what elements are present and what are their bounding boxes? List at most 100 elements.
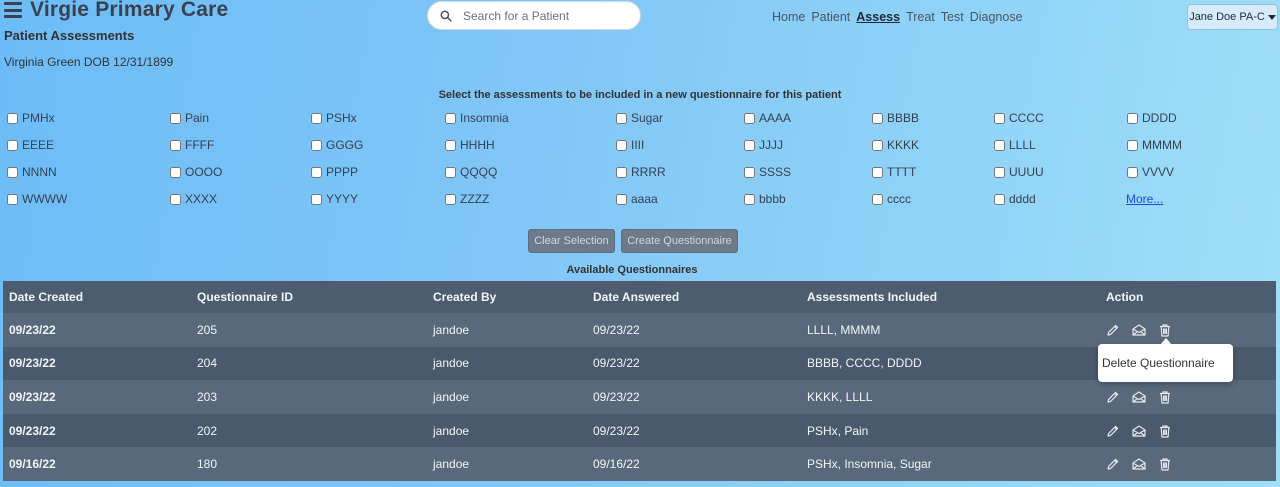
page-subtitle: Patient Assessments: [4, 28, 135, 43]
trash-icon[interactable]: [1157, 389, 1173, 405]
nav-treat[interactable]: Treat: [906, 10, 935, 24]
assessment-option[interactable]: WWWW: [7, 192, 67, 206]
assessment-checkbox[interactable]: [170, 112, 181, 124]
assessment-option[interactable]: QQQQ: [445, 165, 497, 179]
assessment-checkbox[interactable]: [445, 166, 456, 178]
assessment-checkbox[interactable]: [616, 166, 627, 178]
assessment-option[interactable]: LLLL: [994, 138, 1036, 152]
assessment-checkbox[interactable]: [445, 112, 456, 124]
assessment-option[interactable]: TTTT: [872, 165, 916, 179]
assessment-checkbox[interactable]: [872, 193, 883, 205]
nav-patient[interactable]: Patient: [811, 10, 850, 24]
assessment-checkbox[interactable]: [445, 193, 456, 205]
assessment-checkbox[interactable]: [616, 112, 627, 124]
assessment-checkbox[interactable]: [170, 193, 181, 205]
patient-search[interactable]: [427, 1, 641, 30]
assessment-option[interactable]: CCCC: [994, 111, 1044, 125]
assessment-checkbox[interactable]: [994, 139, 1005, 151]
assessment-option[interactable]: HHHH: [445, 138, 495, 152]
assessment-option[interactable]: XXXX: [170, 192, 217, 206]
assessment-option[interactable]: GGGG: [311, 138, 363, 152]
assessment-option[interactable]: aaaa: [616, 192, 658, 206]
table-row: 09/23/22 205 jandoe 09/23/22 LLLL, MMMM: [3, 313, 1276, 347]
assessment-checkbox[interactable]: [994, 112, 1005, 124]
assessment-checkbox[interactable]: [872, 112, 883, 124]
nav-assess[interactable]: Assess: [856, 10, 900, 24]
assessment-option[interactable]: IIII: [616, 138, 644, 152]
assessment-checkbox[interactable]: [1127, 139, 1138, 151]
assessment-checkbox[interactable]: [445, 139, 456, 151]
more-assessments-link[interactable]: More...: [1126, 192, 1163, 206]
assessment-checkbox[interactable]: [311, 139, 322, 151]
assessment-option[interactable]: Insomnia: [445, 111, 509, 125]
assessment-checkbox[interactable]: [7, 112, 18, 124]
assessment-checkbox[interactable]: [7, 193, 18, 205]
assessment-checkbox[interactable]: [170, 166, 181, 178]
assessment-option[interactable]: bbbb: [744, 192, 786, 206]
assessment-option[interactable]: PSHx: [311, 111, 357, 125]
assessment-option[interactable]: EEEE: [7, 138, 54, 152]
pencil-icon[interactable]: [1105, 389, 1121, 405]
nav-test[interactable]: Test: [941, 10, 964, 24]
user-menu-dropdown[interactable]: Jane Doe PA-C: [1187, 4, 1278, 30]
assessment-checkbox[interactable]: [744, 193, 755, 205]
create-questionnaire-button[interactable]: Create Questionnaire: [621, 229, 738, 253]
assessment-option[interactable]: RRRR: [616, 165, 666, 179]
nav-home[interactable]: Home: [772, 10, 805, 24]
assessment-option[interactable]: OOOO: [170, 165, 222, 179]
assessment-label: BBBB: [887, 111, 920, 125]
assessment-option[interactable]: Pain: [170, 111, 209, 125]
trash-icon[interactable]: [1157, 423, 1173, 439]
assessment-option[interactable]: VVVV: [1127, 165, 1174, 179]
assessment-option[interactable]: DDDD: [1127, 111, 1177, 125]
assessment-option[interactable]: AAAA: [744, 111, 791, 125]
assessment-option[interactable]: FFFF: [170, 138, 214, 152]
clear-selection-button[interactable]: Clear Selection: [528, 229, 615, 253]
assessment-checkbox[interactable]: [994, 193, 1005, 205]
assessment-option[interactable]: ZZZZ: [445, 192, 489, 206]
envelope-open-icon[interactable]: [1131, 389, 1147, 405]
trash-icon[interactable]: [1157, 322, 1173, 338]
assessment-checkbox[interactable]: [616, 193, 627, 205]
assessment-option[interactable]: SSSS: [744, 165, 791, 179]
assessment-option[interactable]: BBBB: [872, 111, 919, 125]
assessment-checkbox[interactable]: [311, 166, 322, 178]
assessment-option[interactable]: YYYY: [311, 192, 358, 206]
assessment-option[interactable]: KKKK: [872, 138, 919, 152]
envelope-open-icon[interactable]: [1131, 322, 1147, 338]
assessment-checkbox[interactable]: [1127, 112, 1138, 124]
assessment-checkbox[interactable]: [744, 139, 755, 151]
assessment-checkbox[interactable]: [994, 166, 1005, 178]
assessment-checkbox[interactable]: [7, 139, 18, 151]
assessment-checkbox[interactable]: [744, 112, 755, 124]
date-created-cell: 09/23/22: [9, 423, 56, 438]
hamburger-menu-icon[interactable]: [4, 2, 22, 18]
assessment-option[interactable]: NNNN: [7, 165, 57, 179]
assessment-checkbox[interactable]: [616, 139, 627, 151]
assessment-checkbox[interactable]: [872, 139, 883, 151]
search-input[interactable]: [461, 7, 635, 24]
nav-diagnose[interactable]: Diagnose: [970, 10, 1023, 24]
assessment-checkbox[interactable]: [311, 193, 322, 205]
assessment-checkbox[interactable]: [744, 166, 755, 178]
envelope-open-icon[interactable]: [1131, 423, 1147, 439]
assessment-checkbox[interactable]: [311, 112, 322, 124]
assessment-checkbox[interactable]: [872, 166, 883, 178]
pencil-icon[interactable]: [1105, 322, 1121, 338]
assessment-checkbox[interactable]: [1127, 166, 1138, 178]
assessment-checkbox[interactable]: [7, 166, 18, 178]
assessment-option[interactable]: JJJJ: [744, 138, 783, 152]
assessment-option[interactable]: cccc: [872, 192, 911, 206]
assessment-option[interactable]: MMMM: [1127, 138, 1182, 152]
pencil-icon[interactable]: [1105, 456, 1121, 472]
assessment-checkbox[interactable]: [170, 139, 181, 151]
assessment-option[interactable]: PPPP: [311, 165, 358, 179]
assessment-option[interactable]: UUUU: [994, 165, 1044, 179]
assessment-option[interactable]: Sugar: [616, 111, 663, 125]
column-header: Date Created: [9, 290, 84, 304]
trash-icon[interactable]: [1157, 456, 1173, 472]
envelope-open-icon[interactable]: [1131, 456, 1147, 472]
assessment-option[interactable]: dddd: [994, 192, 1036, 206]
pencil-icon[interactable]: [1105, 423, 1121, 439]
assessment-option[interactable]: PMHx: [7, 111, 55, 125]
